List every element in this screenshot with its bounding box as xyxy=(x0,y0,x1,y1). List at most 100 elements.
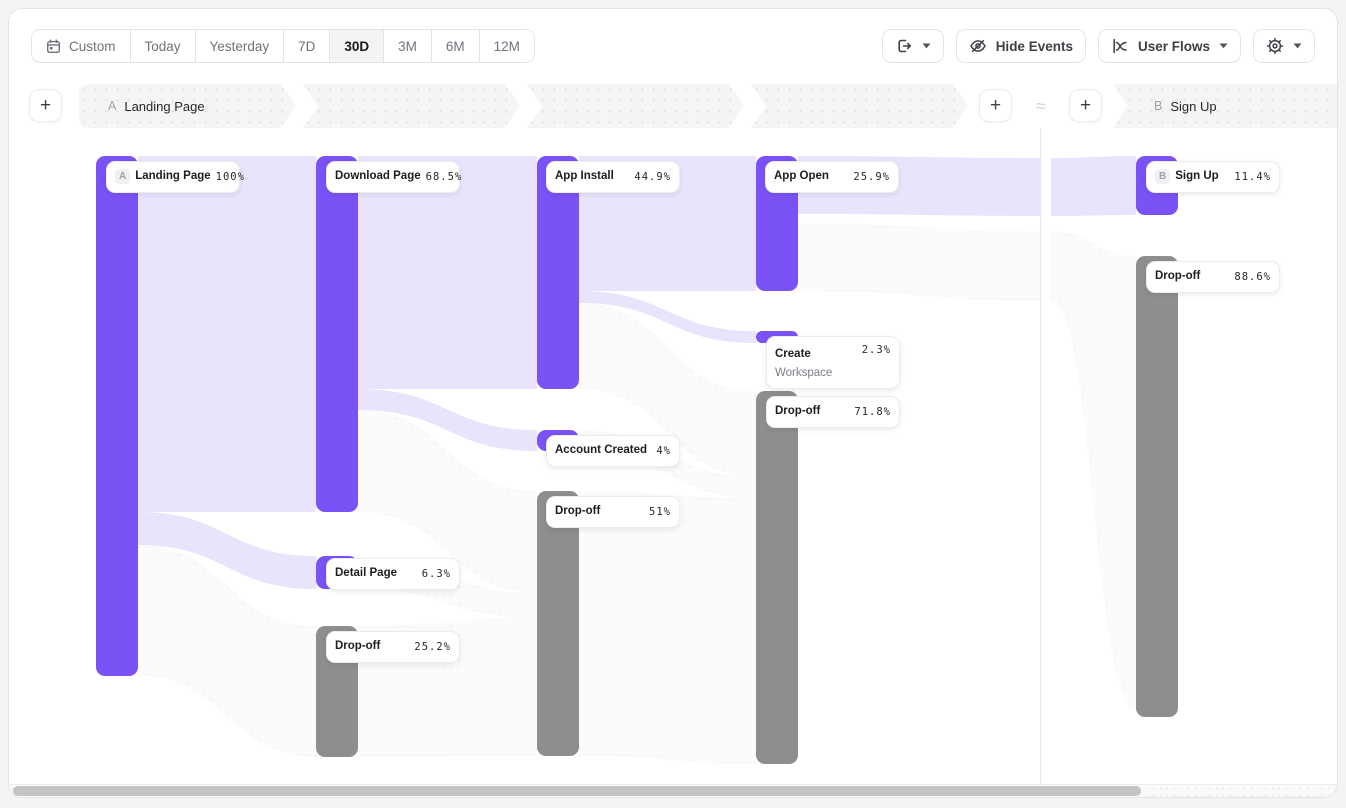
flow-chart-icon xyxy=(1111,37,1129,55)
node-percentage: 71.8% xyxy=(854,406,891,418)
flow-appopen-to-divider xyxy=(798,223,1040,301)
chevron-down-icon xyxy=(1219,43,1228,49)
hide-events-label: Hide Events xyxy=(996,39,1073,54)
node-name: App Open xyxy=(774,169,829,185)
node-label-drop51[interactable]: Drop-off 51% xyxy=(546,496,680,528)
funnel-a-step-segment-2[interactable] xyxy=(303,84,520,128)
export-button[interactable] xyxy=(882,29,944,63)
funnel-a-step-segment-3[interactable] xyxy=(527,84,744,128)
range-button-today[interactable]: Today xyxy=(131,30,196,62)
range-button-3m[interactable]: 3M xyxy=(384,30,432,62)
node-name: CreateWorkspace xyxy=(775,344,832,381)
node-name: Drop-off xyxy=(335,639,380,655)
funnel-a-step-label: A Landing Page xyxy=(79,99,205,114)
node-name: Download Page xyxy=(335,169,421,185)
node-name: Drop-off xyxy=(1155,269,1200,285)
export-icon xyxy=(895,37,913,55)
node-label-signup[interactable]: B Sign Up 11.4% xyxy=(1146,161,1280,193)
node-name: Drop-off xyxy=(775,404,820,420)
node-percentage: 25.2% xyxy=(414,641,451,653)
range-button-6m[interactable]: 6M xyxy=(432,30,480,62)
settings-button[interactable] xyxy=(1253,29,1315,63)
node-bar-drop718[interactable] xyxy=(756,391,798,764)
node-percentage: 88.6% xyxy=(1234,271,1271,283)
user-flows-label: User Flows xyxy=(1138,39,1210,54)
funnel-b-step-band[interactable]: B Sign Up xyxy=(1113,84,1338,128)
toolbar-actions: Hide Events User Flows xyxy=(882,29,1315,63)
add-funnel-a-start-button[interactable]: + xyxy=(29,89,62,122)
chevron-down-icon xyxy=(1293,43,1302,49)
flow-landing-to-download xyxy=(138,156,316,512)
node-label-detail[interactable]: Detail Page 6.3% xyxy=(326,558,460,590)
node-percentage: 4% xyxy=(656,445,671,457)
eye-off-icon xyxy=(969,37,987,55)
step-badge: A xyxy=(115,169,130,184)
node-label-download[interactable]: Download Page 68.5% xyxy=(326,161,460,193)
node-name: Sign Up xyxy=(1175,169,1218,185)
node-label-drop886[interactable]: Drop-off 88.6% xyxy=(1146,261,1280,293)
funnel-a-step-band: A Landing Page xyxy=(79,84,968,128)
range-label: 6M xyxy=(446,39,465,54)
range-button-yesterday[interactable]: Yesterday xyxy=(196,30,285,62)
add-funnel-b-start-button[interactable]: + xyxy=(1069,89,1102,122)
funnel-b-step-name: Sign Up xyxy=(1170,99,1216,114)
range-label: 30D xyxy=(344,39,369,54)
calendar-icon xyxy=(46,39,61,54)
node-label-drop718[interactable]: Drop-off 71.8% xyxy=(766,396,900,428)
node-label-install[interactable]: App Install 44.9% xyxy=(546,161,680,193)
range-label: 12M xyxy=(494,39,520,54)
node-percentage: 44.9% xyxy=(634,171,671,183)
node-bar-drop886[interactable] xyxy=(1136,256,1178,717)
step-badge: B xyxy=(1155,169,1170,184)
approx-symbol: ≈ xyxy=(1032,84,1050,128)
node-percentage: 25.9% xyxy=(853,171,890,183)
node-name: Drop-off xyxy=(555,504,600,520)
node-percentage: 100% xyxy=(216,171,245,183)
node-label-landing[interactable]: ALanding Page100% xyxy=(106,161,240,193)
node-name: App Install xyxy=(555,169,614,185)
date-range-segmented-control: Custom Today Yesterday 7D 30D 3M 6M 12M xyxy=(31,29,535,63)
gear-icon xyxy=(1266,37,1284,55)
node-bar-drop51[interactable] xyxy=(537,491,579,756)
node-label-appopen[interactable]: App Open 25.9% xyxy=(765,161,899,193)
funnel-a-step-segment-4[interactable] xyxy=(751,84,968,128)
toolbar: Custom Today Yesterday 7D 30D 3M 6M 12M xyxy=(31,29,1315,63)
hide-events-button[interactable]: Hide Events xyxy=(956,29,1086,63)
node-percentage: 6.3% xyxy=(422,568,451,580)
node-label-createws[interactable]: CreateWorkspace 2.3% xyxy=(766,336,900,389)
flow-divider-to-drop886 xyxy=(1051,231,1136,709)
flow-drop51-to-drop718 xyxy=(579,491,756,764)
funnel-b-badge: B xyxy=(1154,99,1162,113)
node-name: Landing Page xyxy=(135,169,210,185)
node-percentage: 11.4% xyxy=(1234,171,1271,183)
range-button-7d[interactable]: 7D xyxy=(284,30,330,62)
range-label: 3M xyxy=(398,39,417,54)
funnel-b-step-label: B Sign Up xyxy=(1113,99,1217,114)
user-flows-button[interactable]: User Flows xyxy=(1098,29,1241,63)
node-bar-landing[interactable] xyxy=(96,156,138,676)
range-label: Custom xyxy=(69,39,116,54)
add-funnel-a-step-button[interactable]: + xyxy=(979,89,1012,122)
node-name: Account Created xyxy=(555,443,647,459)
funnel-a-step-name: Landing Page xyxy=(124,99,204,114)
user-flows-panel: Custom Today Yesterday 7D 30D 3M 6M 12M xyxy=(8,8,1338,798)
range-label: Yesterday xyxy=(210,39,270,54)
range-button-custom[interactable]: Custom xyxy=(32,30,131,62)
node-percentage: 51% xyxy=(649,506,671,518)
scrollbar-thumb[interactable] xyxy=(13,786,1141,796)
node-name: Detail Page xyxy=(335,566,397,582)
range-label: 7D xyxy=(298,39,315,54)
node-label-account[interactable]: Account Created 4% xyxy=(546,435,680,467)
funnel-a-step-segment-1[interactable]: A Landing Page xyxy=(79,84,296,128)
funnel-a-badge: A xyxy=(108,99,116,113)
range-button-30d[interactable]: 30D xyxy=(330,30,384,62)
range-label: Today xyxy=(145,39,181,54)
range-button-12m[interactable]: 12M xyxy=(480,30,534,62)
flow-divider-to-signup xyxy=(1051,156,1136,216)
node-bar-download[interactable] xyxy=(316,156,358,512)
chevron-down-icon xyxy=(922,43,931,49)
node-label-drop25[interactable]: Drop-off 25.2% xyxy=(326,631,460,663)
horizontal-scrollbar[interactable] xyxy=(9,784,1337,797)
node-percentage: 68.5% xyxy=(426,171,463,183)
node-percentage: 2.3% xyxy=(862,344,891,356)
